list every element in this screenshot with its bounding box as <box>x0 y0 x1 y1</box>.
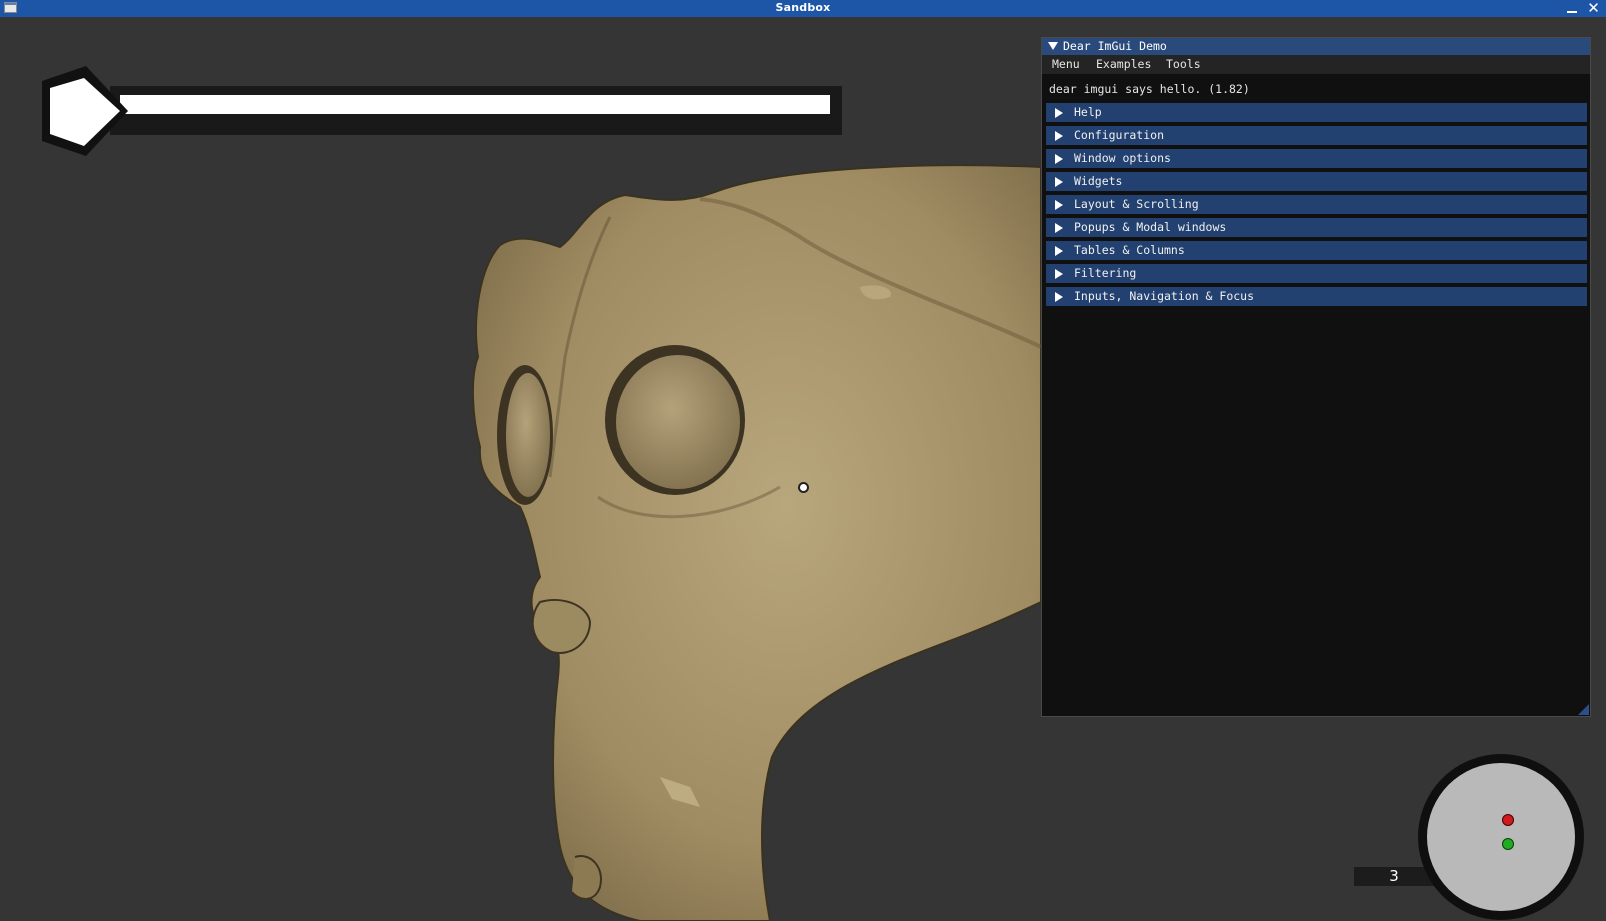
imgui-demo-window[interactable]: Dear ImGui Demo Menu Examples Tools dear… <box>1041 37 1591 717</box>
header-label: Configuration <box>1074 128 1165 142</box>
header-label: Inputs, Navigation & Focus <box>1074 289 1255 303</box>
window-titlebar[interactable]: Sandbox ✕ <box>0 0 1606 17</box>
radar-enemy-dot <box>1502 814 1514 826</box>
radar-minimap <box>1418 754 1584 920</box>
header-inputs-navigation-focus[interactable]: Inputs, Navigation & Focus <box>1046 287 1587 306</box>
expand-arrow-icon <box>1055 200 1063 210</box>
imgui-titlebar[interactable]: Dear ImGui Demo <box>1042 38 1590 55</box>
expand-arrow-icon <box>1055 131 1063 141</box>
imgui-hello-text: dear imgui says hello. (1.82) <box>1049 82 1250 96</box>
radar-face <box>1427 763 1575 911</box>
resize-grip-icon[interactable] <box>1578 704 1589 715</box>
radar-player-dot <box>1502 838 1514 850</box>
expand-arrow-icon <box>1055 177 1063 187</box>
expand-arrow-icon <box>1055 246 1063 256</box>
expand-arrow-icon <box>1055 292 1063 302</box>
ammo-counter: 3 <box>1354 867 1434 886</box>
close-icon[interactable]: ✕ <box>1585 0 1602 17</box>
header-label: Layout & Scrolling <box>1074 197 1199 211</box>
header-label: Filtering <box>1074 266 1137 280</box>
header-label: Help <box>1074 105 1102 119</box>
expand-arrow-icon <box>1055 223 1063 233</box>
minimize-icon[interactable] <box>1564 0 1580 17</box>
header-configuration[interactable]: Configuration <box>1046 126 1587 145</box>
menu-menu[interactable]: Menu <box>1052 57 1080 71</box>
health-bar <box>38 64 842 159</box>
pentagon-icon <box>42 66 128 156</box>
crosshair-icon <box>798 482 809 493</box>
window-title: Sandbox <box>775 1 831 14</box>
imgui-window-title: Dear ImGui Demo <box>1063 39 1167 53</box>
header-help[interactable]: Help <box>1046 103 1587 122</box>
collapse-triangle-icon[interactable] <box>1048 42 1058 50</box>
header-filtering[interactable]: Filtering <box>1046 264 1587 283</box>
header-widgets[interactable]: Widgets <box>1046 172 1587 191</box>
header-label: Popups & Modal windows <box>1074 220 1227 234</box>
header-popups-modal-windows[interactable]: Popups & Modal windows <box>1046 218 1587 237</box>
imgui-header-list: Help Configuration Window options Widget… <box>1046 103 1587 310</box>
health-fill <box>120 95 830 114</box>
imgui-menubar: Menu Examples Tools <box>1042 55 1590 74</box>
menu-examples[interactable]: Examples <box>1096 57 1151 71</box>
expand-arrow-icon <box>1055 108 1063 118</box>
expand-arrow-icon <box>1055 154 1063 164</box>
menu-tools[interactable]: Tools <box>1166 57 1201 71</box>
header-label: Tables & Columns <box>1074 243 1185 257</box>
header-tables-columns[interactable]: Tables & Columns <box>1046 241 1587 260</box>
expand-arrow-icon <box>1055 269 1063 279</box>
header-window-options[interactable]: Window options <box>1046 149 1587 168</box>
header-layout-scrolling[interactable]: Layout & Scrolling <box>1046 195 1587 214</box>
header-label: Window options <box>1074 151 1171 165</box>
header-label: Widgets <box>1074 174 1123 188</box>
